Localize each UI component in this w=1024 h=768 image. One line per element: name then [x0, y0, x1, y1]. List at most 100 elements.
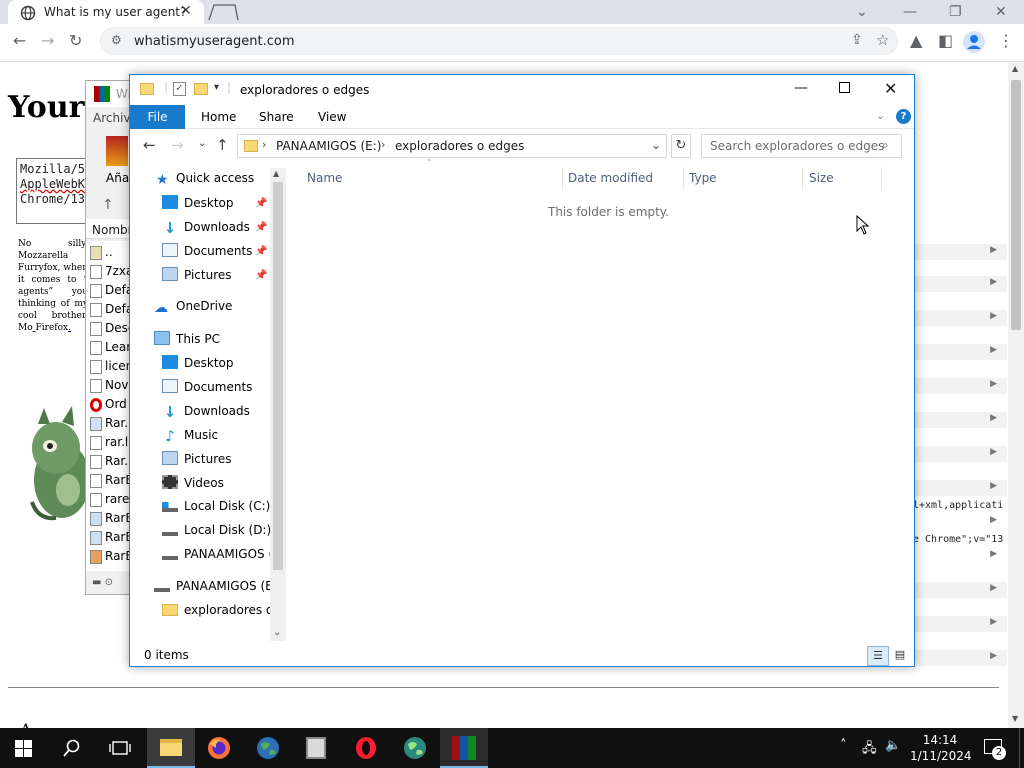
disclosure-row[interactable]: ▶ — [915, 310, 1007, 326]
minimize-icon[interactable]: — — [903, 4, 917, 20]
nav-qa-documents[interactable]: Documents — [162, 243, 252, 265]
close-window-icon[interactable]: ✕ — [995, 4, 1007, 20]
nav-pc-pictures[interactable]: Pictures — [162, 451, 232, 473]
column-separator[interactable] — [802, 167, 803, 189]
profile-avatar[interactable] — [962, 30, 986, 54]
disclosure-row[interactable]: ▶ — [915, 650, 1007, 666]
up-icon[interactable]: ↑ — [216, 136, 229, 154]
properties-icon[interactable]: ✓ — [173, 82, 186, 96]
nav-pc-documents[interactable]: Documents — [162, 379, 252, 401]
new-tab-button[interactable] — [207, 3, 239, 21]
reload-icon[interactable]: ↻ — [69, 31, 82, 50]
add-archive-icon[interactable] — [106, 136, 128, 166]
disclosure-row[interactable]: ▶ — [915, 276, 1007, 292]
taskbar-firefox[interactable] — [195, 728, 243, 768]
recent-locations-icon[interactable]: ⌄ — [198, 138, 206, 149]
close-tab-icon[interactable]: ✕ — [180, 3, 192, 19]
pin-icon[interactable]: 📌 — [255, 198, 267, 209]
tab-home[interactable]: Home — [201, 110, 236, 124]
pin-icon[interactable]: 📌 — [255, 222, 267, 233]
scroll-up-icon[interactable]: ▲ — [1012, 64, 1018, 73]
tab-share[interactable]: Share — [259, 110, 294, 124]
nav-this-pc[interactable]: This PC — [154, 331, 220, 353]
help-icon[interactable]: ? — [896, 109, 911, 124]
address-dropdown-icon[interactable]: ⌄ — [651, 138, 661, 152]
forward-icon[interactable]: → — [41, 31, 54, 50]
large-icons-view-icon[interactable]: ▤ — [892, 648, 908, 662]
tab-view[interactable]: View — [318, 110, 346, 124]
menu-icon[interactable]: ⋮ — [998, 31, 1014, 50]
nav-qa-pictures[interactable]: Pictures — [162, 267, 232, 289]
nav-onedrive[interactable]: ☁ OneDrive — [154, 299, 232, 321]
maximize-icon[interactable] — [839, 82, 850, 93]
show-desktop-button[interactable] — [1019, 728, 1020, 768]
taskbar-browser-globe-2[interactable] — [391, 728, 439, 768]
tab-file[interactable]: File — [130, 105, 185, 129]
taskbar-file-explorer[interactable] — [147, 728, 195, 768]
taskbar-opera[interactable] — [342, 728, 390, 768]
user-agent-textarea[interactable]: Mozilla/5 AppleWebK Chrome/13 — [16, 158, 96, 224]
firefox-link[interactable]: . — [68, 323, 71, 333]
disclosure-row[interactable]: ▶ — [915, 378, 1007, 394]
scroll-up-icon[interactable]: ▲ — [273, 169, 279, 178]
quick-access-dropdown-icon[interactable]: ▾ — [214, 82, 219, 93]
forward-icon[interactable]: → — [171, 136, 184, 154]
disclosure-row[interactable]: ▶ — [915, 244, 1007, 260]
column-size[interactable]: Size — [809, 171, 834, 185]
active-tab[interactable]: What is my user agent? ✕ — [8, 0, 204, 26]
back-icon[interactable]: ← — [13, 31, 26, 50]
nav-qa-desktop[interactable]: Desktop — [162, 195, 234, 217]
refresh-icon[interactable]: ↻ — [671, 134, 691, 158]
nav-scrollbar[interactable]: ▲ ⌄ — [270, 168, 286, 641]
breadcrumb-drive[interactable]: PANAAMIGOS (E:) — [276, 139, 381, 153]
nav-pc-desktop[interactable]: Desktop — [162, 355, 234, 377]
nav-qa-downloads[interactable]: ↓ Downloads — [162, 219, 250, 241]
task-view-icon[interactable] — [109, 740, 131, 756]
nav-pc-disk-c[interactable]: Local Disk (C:) — [162, 499, 270, 521]
nav-drive-e[interactable]: PANAAMIGOS (E:) — [154, 579, 281, 601]
page-scrollbar[interactable]: ▲ ▼ — [1008, 62, 1024, 728]
scroll-thumb[interactable] — [1011, 80, 1021, 330]
network-icon[interactable]: 🖧 — [862, 739, 877, 761]
nav-quick-access[interactable]: ★ Quick access — [156, 171, 254, 193]
nav-current-folder[interactable]: exploradores o e — [162, 603, 284, 625]
disclosure-row[interactable]: ▶ — [915, 412, 1007, 428]
pin-icon[interactable]: 📌 — [255, 246, 267, 257]
column-name[interactable]: Name — [307, 171, 342, 185]
new-folder-icon[interactable] — [194, 83, 208, 95]
disclosure-row[interactable]: ▶ — [915, 548, 1007, 564]
site-info-icon[interactable]: ⚙ — [111, 33, 122, 47]
file-explorer-window[interactable]: | ✓ ▾ | exploradores o edges — ✕ File Ho… — [129, 74, 915, 667]
column-separator[interactable] — [683, 167, 684, 189]
column-separator[interactable] — [881, 167, 882, 189]
nav-pc-downloads[interactable]: ↓ Downloads — [162, 403, 250, 425]
scroll-down-icon[interactable]: ▼ — [1012, 714, 1018, 723]
search-icon[interactable] — [63, 739, 81, 757]
disclosure-row[interactable]: ▶ — [915, 480, 1007, 496]
up-folder-icon[interactable]: ↑ — [102, 197, 114, 213]
side-panel-icon[interactable]: ◧ — [938, 31, 953, 50]
nav-pc-disk-d[interactable]: Local Disk (D:) — [162, 523, 271, 545]
search-input[interactable]: Search exploradores o edges ⌕ — [701, 134, 902, 158]
disclosure-row[interactable]: ▶ — [915, 514, 1007, 530]
system-clock[interactable]: 14:14 1/11/2024 — [910, 732, 972, 764]
breadcrumb-folder[interactable]: exploradores o edges — [395, 139, 524, 153]
column-separator[interactable] — [562, 167, 563, 189]
taskbar-winrar[interactable] — [440, 728, 488, 768]
volume-muted-icon[interactable]: 🔈 — [885, 738, 901, 753]
address-bar[interactable]: › PANAAMIGOS (E:) › exploradores o edges… — [237, 134, 667, 158]
nav-pc-music[interactable]: ♪ Music — [162, 427, 218, 449]
disclosure-row[interactable]: ▶ — [915, 446, 1007, 462]
disclosure-row[interactable]: ▶ — [915, 344, 1007, 360]
restore-icon[interactable]: ❐ — [949, 4, 962, 20]
scroll-down-icon[interactable]: ⌄ — [273, 627, 281, 638]
minimize-icon[interactable]: — — [794, 80, 808, 96]
show-hidden-icons[interactable]: ˄ — [840, 738, 847, 753]
windows-start-icon[interactable] — [15, 740, 32, 757]
address-bar[interactable]: ⚙ whatismyuseragent.com ⇪ ☆ — [100, 27, 898, 55]
close-icon[interactable]: ✕ — [884, 79, 897, 98]
nav-pc-videos[interactable]: Videos — [162, 475, 224, 497]
details-view-icon[interactable]: ☰ — [867, 646, 889, 666]
column-date-modified[interactable]: Date modified — [568, 171, 653, 185]
tab-search-icon[interactable]: ⌄ — [856, 4, 868, 20]
